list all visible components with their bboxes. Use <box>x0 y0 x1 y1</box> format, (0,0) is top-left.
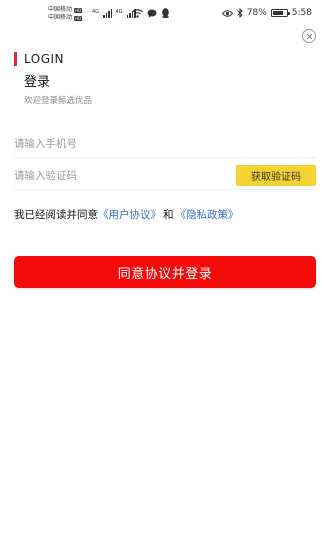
hd-badge-1: HD <box>74 7 83 13</box>
agreement-prefix: 我已经阅读并同意 <box>14 209 98 221</box>
agree-and-login-button[interactable]: 同意协议并登录 <box>14 256 316 288</box>
wifi-icon <box>132 8 143 18</box>
notification-icons <box>132 8 170 18</box>
hd-badge-2: HD <box>74 15 83 21</box>
eye-icon <box>221 9 233 17</box>
status-bar: 中国移动 HD 中国移动 HD 4G 4G 78% 5:58 <box>0 0 330 26</box>
page-title: 登录 <box>24 75 51 90</box>
close-button[interactable] <box>302 29 316 43</box>
verification-code-input[interactable] <box>14 169 224 182</box>
system-status: 78% 5:58 <box>221 8 312 18</box>
carrier-1-label: 中国移动 <box>48 6 73 13</box>
phone-input[interactable] <box>14 137 316 150</box>
login-title-en: LOGIN <box>24 52 65 66</box>
welcome-text: 欢迎登录鲸选优品 <box>24 96 93 106</box>
agreement-conjunction: 和 <box>163 209 174 221</box>
user-agreement-link[interactable]: 《用户协议》 <box>98 209 161 221</box>
message-icon <box>147 9 157 18</box>
accent-bar <box>14 52 17 66</box>
network-type-2: 4G <box>115 9 123 15</box>
get-code-button[interactable]: 获取验证码 <box>236 165 316 186</box>
login-header: LOGIN <box>14 52 64 66</box>
carrier-2-label: 中国移动 <box>48 14 73 21</box>
battery-percent: 78% <box>246 8 267 18</box>
signal-group: 4G 4G <box>92 9 136 18</box>
agreement-text: 我已经阅读并同意《用户协议》和《隐私政策》 <box>14 207 239 222</box>
close-icon <box>306 33 312 39</box>
network-type-1: 4G <box>92 9 100 15</box>
clock: 5:58 <box>291 8 312 18</box>
signal-icon-1 <box>103 9 113 18</box>
battery-icon <box>270 9 290 17</box>
privacy-policy-link[interactable]: 《隐私政策》 <box>176 209 239 221</box>
qq-icon <box>162 8 169 18</box>
phone-field[interactable] <box>14 130 316 158</box>
carrier-info: 中国移动 HD 中国移动 HD <box>48 6 83 22</box>
bluetooth-icon <box>236 8 243 18</box>
